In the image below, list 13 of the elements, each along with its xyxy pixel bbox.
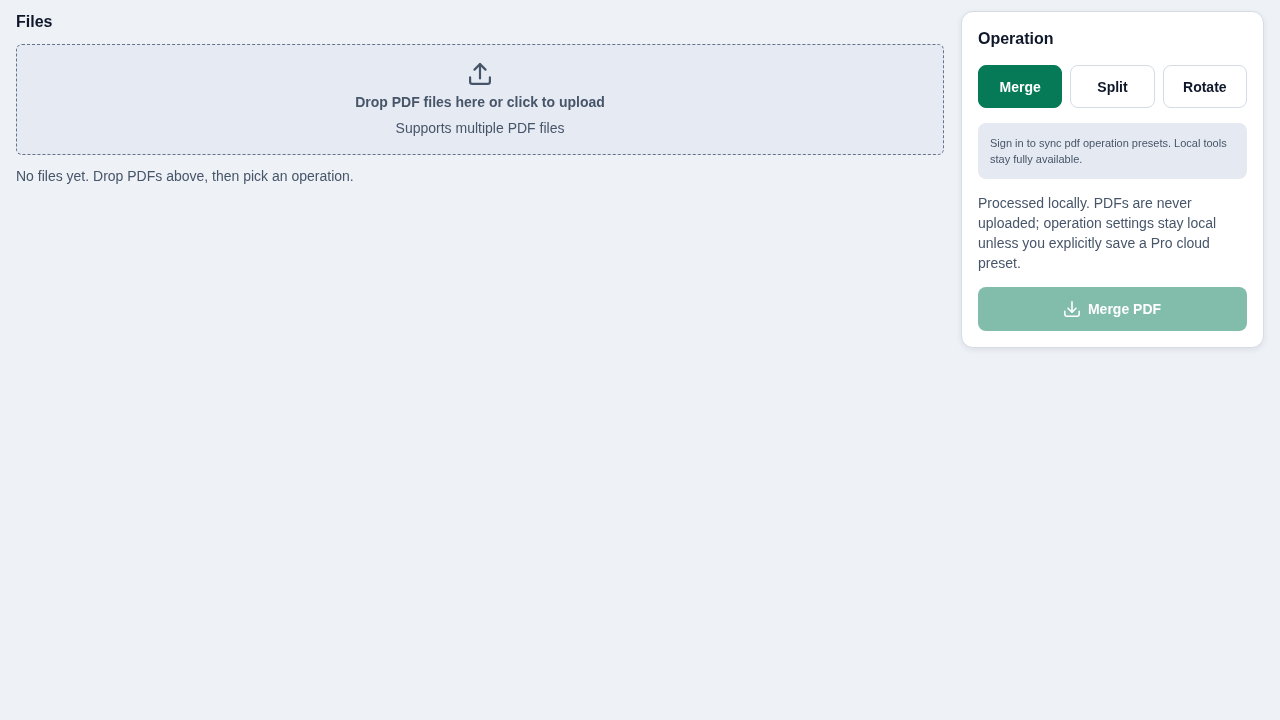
upload-icon [469,63,491,85]
operation-heading: Operation [978,29,1055,49]
operation-tab[interactable]: Rotate [1162,65,1247,108]
drop-zone-subtitle: Supports multiple PDF files [395,119,565,138]
operation-tab[interactable]: Split [1070,65,1155,108]
drop-zone[interactable]: Drop PDF files here or click to upload Supports multiple PDF files [16,44,944,155]
download-icon [1063,301,1080,317]
sign-in-notice: Sign in to sync pdf operation presets. Local tools stay fully available. [978,123,1247,179]
privacy-note: Processed locally. PDFs are never uploaded; operation settings stay local unless you explicitly save a Pro cloud preset. [978,194,1218,273]
empty-message: No files yet. Drop PDFs above, then pick an operation. [16,167,355,186]
files-heading: Files [16,12,54,32]
drop-zone-title: Drop PDF files here or click to upload [355,93,605,112]
operation-tab[interactable]: Merge [978,65,1063,108]
